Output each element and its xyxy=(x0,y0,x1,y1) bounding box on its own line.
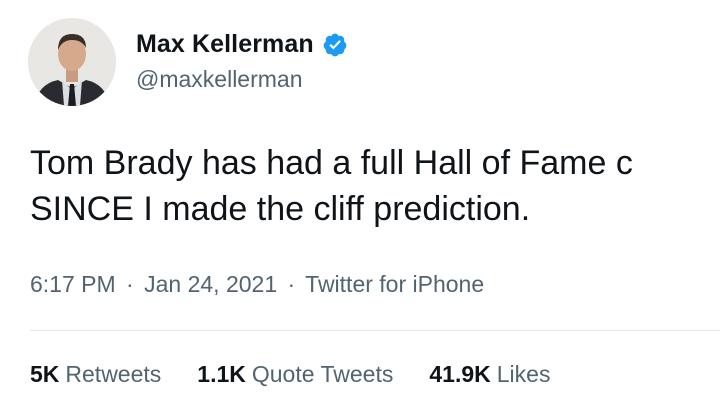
likes-stat[interactable]: 41.9K Likes xyxy=(429,361,550,388)
avatar-image xyxy=(28,18,116,106)
tweet-time[interactable]: 6:17 PM xyxy=(30,271,116,297)
quote-tweets-count: 1.1K xyxy=(197,361,246,387)
tweet-text: Tom Brady has had a full Hall of Fame c … xyxy=(30,140,720,232)
tweet-text-line-2: SINCE I made the cliff prediction. xyxy=(30,190,531,228)
likes-label: Likes xyxy=(496,361,551,387)
engagement-stats: 5K Retweets 1.1K Quote Tweets 41.9K Like… xyxy=(30,361,586,388)
retweets-label: Retweets xyxy=(65,361,162,387)
quote-tweets-stat[interactable]: 1.1K Quote Tweets xyxy=(197,361,393,388)
likes-count: 41.9K xyxy=(429,361,491,387)
tweet-card: Max Kellerman @maxkellerman Tom Brady ha… xyxy=(0,0,720,405)
meta-separator-2: · xyxy=(287,271,296,297)
retweets-stat[interactable]: 5K Retweets xyxy=(30,361,161,388)
verified-badge-icon xyxy=(322,32,348,58)
tweet-date[interactable]: Jan 24, 2021 xyxy=(144,271,277,297)
author-name-row: Max Kellerman xyxy=(136,30,348,59)
tweet-source[interactable]: Twitter for iPhone xyxy=(305,271,484,297)
quote-tweets-label: Quote Tweets xyxy=(251,361,394,387)
tweet-meta: 6:17 PM · Jan 24, 2021 · Twitter for iPh… xyxy=(30,271,484,298)
avatar[interactable] xyxy=(28,18,116,106)
meta-separator-1: · xyxy=(126,271,134,297)
divider xyxy=(30,330,720,331)
user-handle[interactable]: @maxkellerman xyxy=(136,66,303,93)
display-name[interactable]: Max Kellerman xyxy=(136,30,314,59)
retweets-count: 5K xyxy=(30,361,60,387)
tweet-text-line-1: Tom Brady has had a full Hall of Fame c xyxy=(30,144,633,182)
